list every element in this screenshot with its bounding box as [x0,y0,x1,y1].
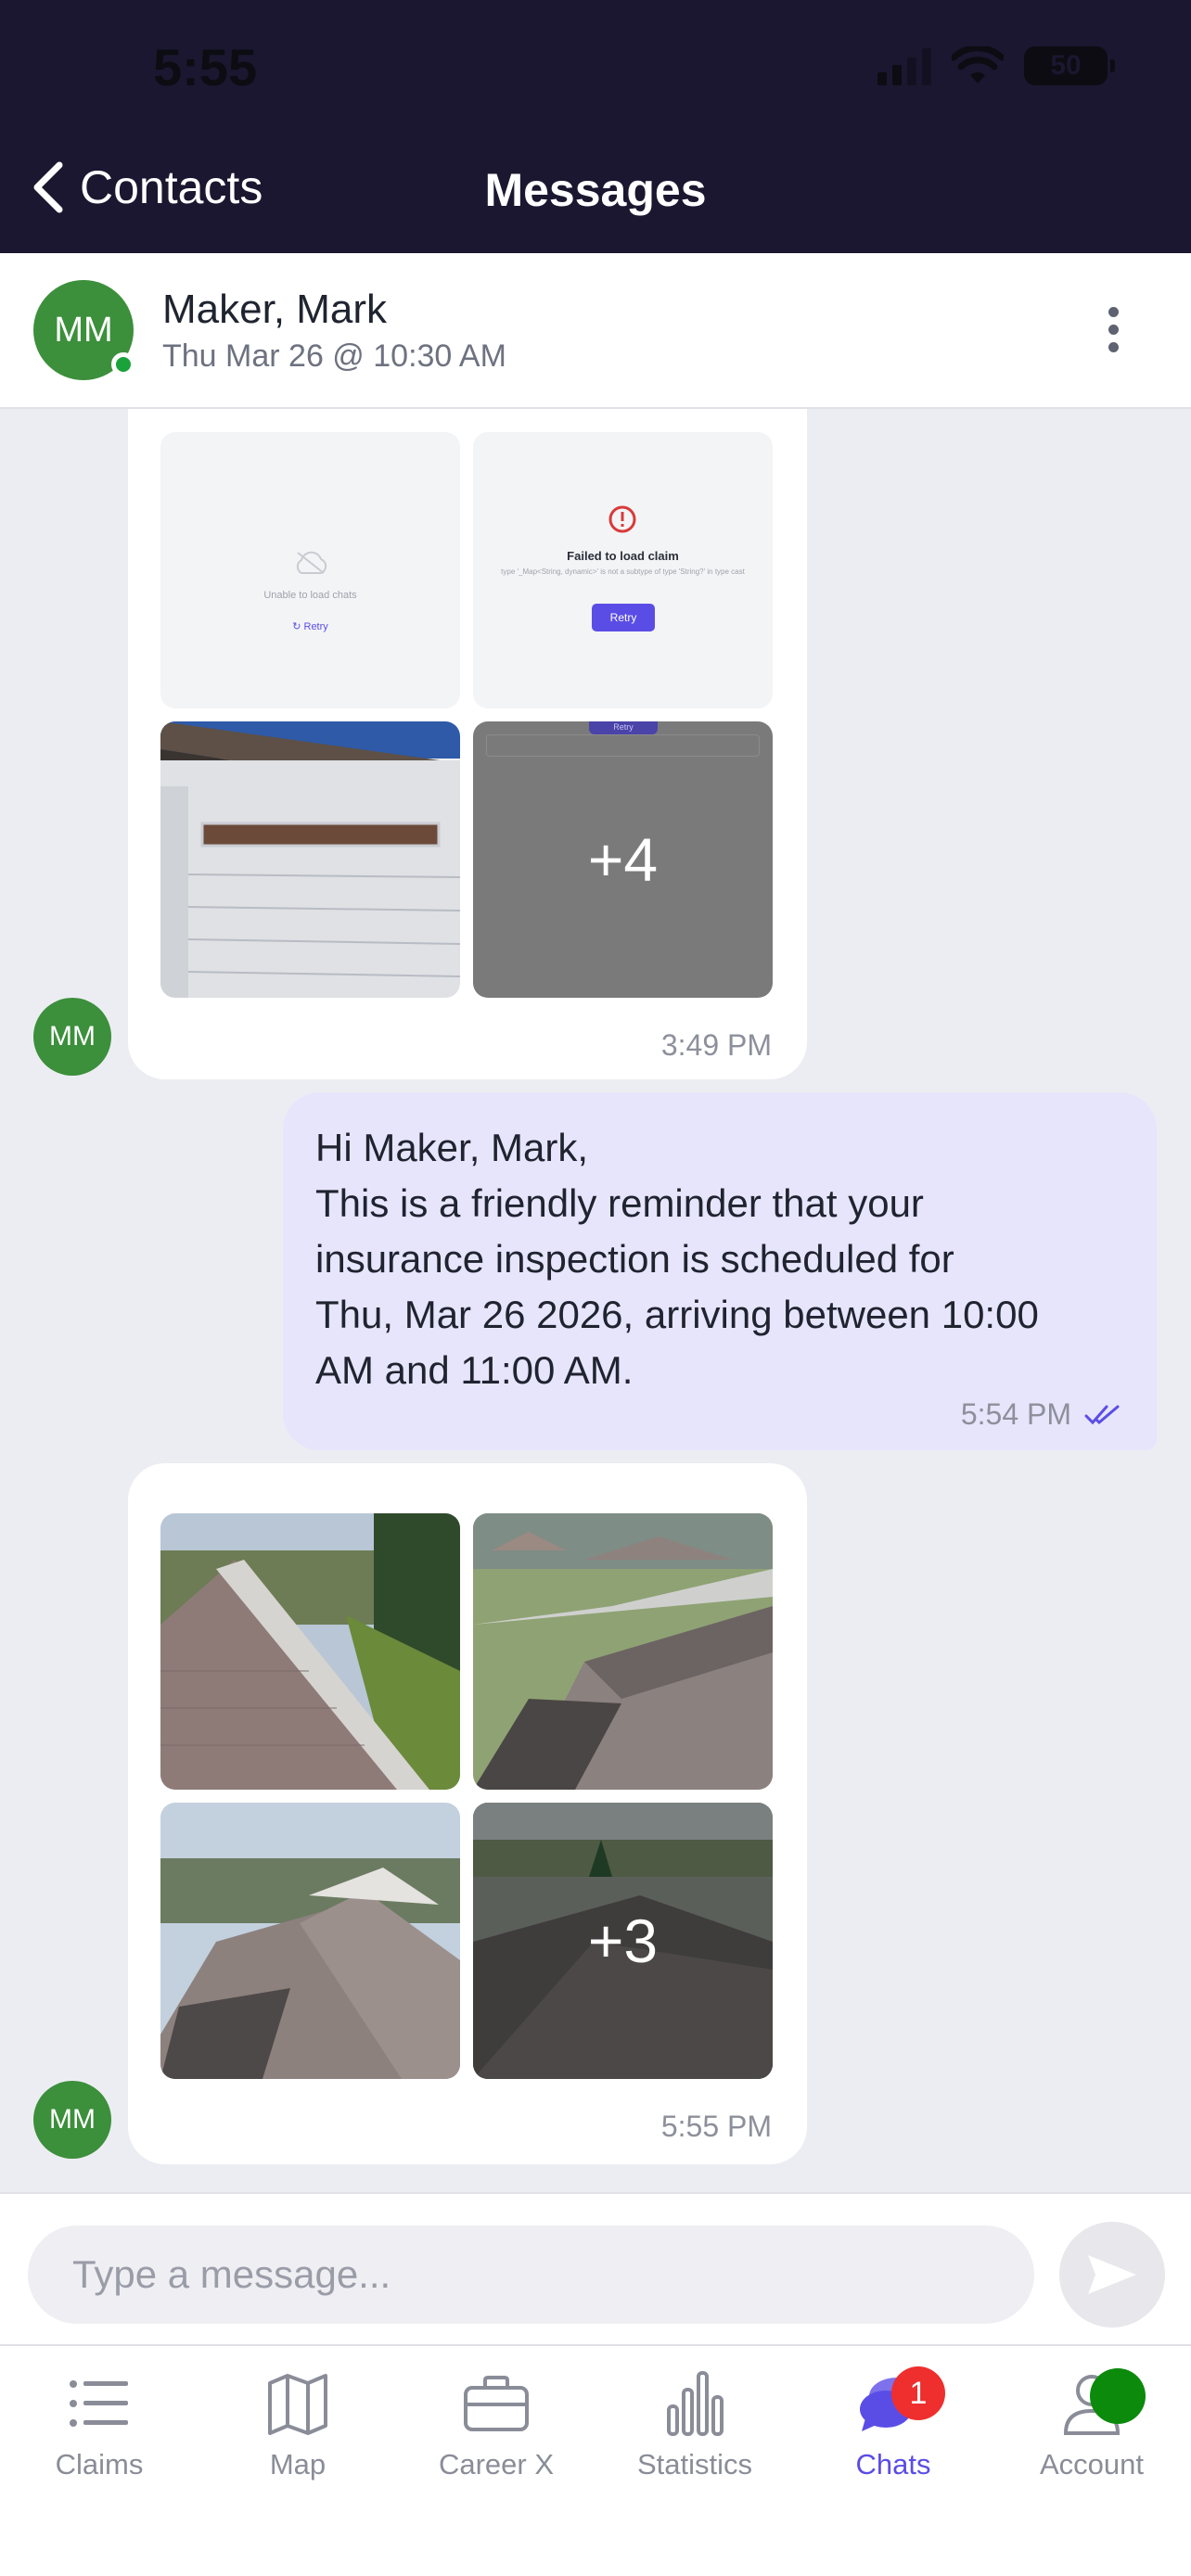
image-thumbnail[interactable]: Failed to load claim type '_Map<String, … [473,432,773,708]
status-time: 5:55 [153,38,258,96]
sender-avatar: MM [33,998,111,1076]
tab-label: Map [269,2448,327,2480]
sender-avatar: MM [33,2081,111,2159]
tab-label: Statistics [636,2448,753,2480]
tab-label: Account [1039,2448,1144,2480]
message-composer [0,2192,1191,2344]
appointment-time: Thu Mar 26 @ 10:30 AM [162,338,506,374]
tab-label: Chats [855,2448,931,2480]
image-thumbnail-more[interactable]: +3 [473,1803,773,2079]
battery-icon: 50 [1024,46,1115,85]
bottom-tab-bar: Claims Map Career X Statistics 1 Chats A… [0,2344,1191,2576]
more-options-icon[interactable] [1108,307,1119,352]
image-thumbnail[interactable] [160,1513,460,1790]
message-list[interactable]: Unable to load chats ↻ Retry Failed to l… [0,409,1191,2192]
double-check-icon [1084,1405,1120,1424]
send-icon [1088,2255,1136,2294]
image-thumbnail[interactable]: Unable to load chats ↻ Retry [160,432,460,708]
online-indicator [111,352,135,376]
roof-photo [160,1513,460,1790]
status-indicators: 50 [877,46,1115,85]
list-icon [70,2380,128,2427]
map-icon [268,2374,327,2435]
cloud-off-icon [296,551,327,574]
image-thumbnail-more[interactable]: Retry +4 [473,721,773,998]
message-input[interactable] [72,2252,1034,2297]
tab-account[interactable]: Account [992,2346,1191,2504]
unread-badge: 1 [891,2366,945,2420]
more-images-count: +4 [587,825,659,894]
image-grid: +3 [160,1513,773,2079]
screenshot-title: Failed to load claim [567,549,679,563]
error-icon [608,505,636,533]
screenshot-retry-button: Retry [592,604,655,631]
incoming-image-message: +3 5:55 PM [128,1463,807,2164]
message-text: Hi Maker, Mark, This is a friendly remin… [315,1126,1039,1392]
screenshot-text: Unable to load chats [263,590,357,601]
signal-icon [877,46,931,85]
header: 5:55 50 Contacts Messages [0,0,1191,253]
online-status-dot [1090,2368,1146,2424]
tab-label: Claims [55,2448,144,2480]
contact-avatar[interactable]: MM [33,280,135,380]
more-images-count: +3 [587,1906,659,1975]
briefcase-icon [464,2376,529,2431]
incoming-image-message: Unable to load chats ↻ Retry Failed to l… [128,409,807,1079]
tab-statistics[interactable]: Statistics [596,2346,794,2504]
tab-map[interactable]: Map [198,2346,397,2504]
image-thumbnail[interactable] [160,1803,460,2079]
message-time: 3:49 PM [660,1028,772,1062]
house-siding-photo [160,721,460,998]
roof-photo [160,1803,460,2079]
tab-claims[interactable]: Claims [0,2346,198,2504]
tab-label: Career X [438,2448,555,2480]
image-thumbnail[interactable] [473,1513,773,1790]
image-grid: Unable to load chats ↻ Retry Failed to l… [160,432,773,998]
contact-header: MM Maker, Mark Thu Mar 26 @ 10:30 AM [0,253,1191,409]
tab-career-x[interactable]: Career X [397,2346,596,2504]
message-meta: 5:54 PM [961,1397,1121,1432]
image-thumbnail[interactable] [160,721,460,998]
screenshot-detail: type '_Map<String, dynamic>' is not a su… [501,567,745,576]
contact-name: Maker, Mark [162,287,388,332]
screenshot-retry: ↻ Retry [292,621,328,632]
avatar-initials: MM [54,310,113,350]
message-time: 5:54 PM [960,1397,1071,1431]
bar-chart-icon [667,2371,724,2436]
roof-photo [473,1513,773,1790]
message-input-wrapper [28,2225,1034,2324]
page-title: Messages [484,164,707,216]
wifi-icon [952,46,1004,83]
outgoing-text-message: Hi Maker, Mark, This is a friendly remin… [283,1092,1157,1450]
tab-chats[interactable]: 1 Chats [794,2346,992,2504]
send-button[interactable] [1059,2222,1165,2327]
message-time: 5:55 PM [660,2110,772,2143]
